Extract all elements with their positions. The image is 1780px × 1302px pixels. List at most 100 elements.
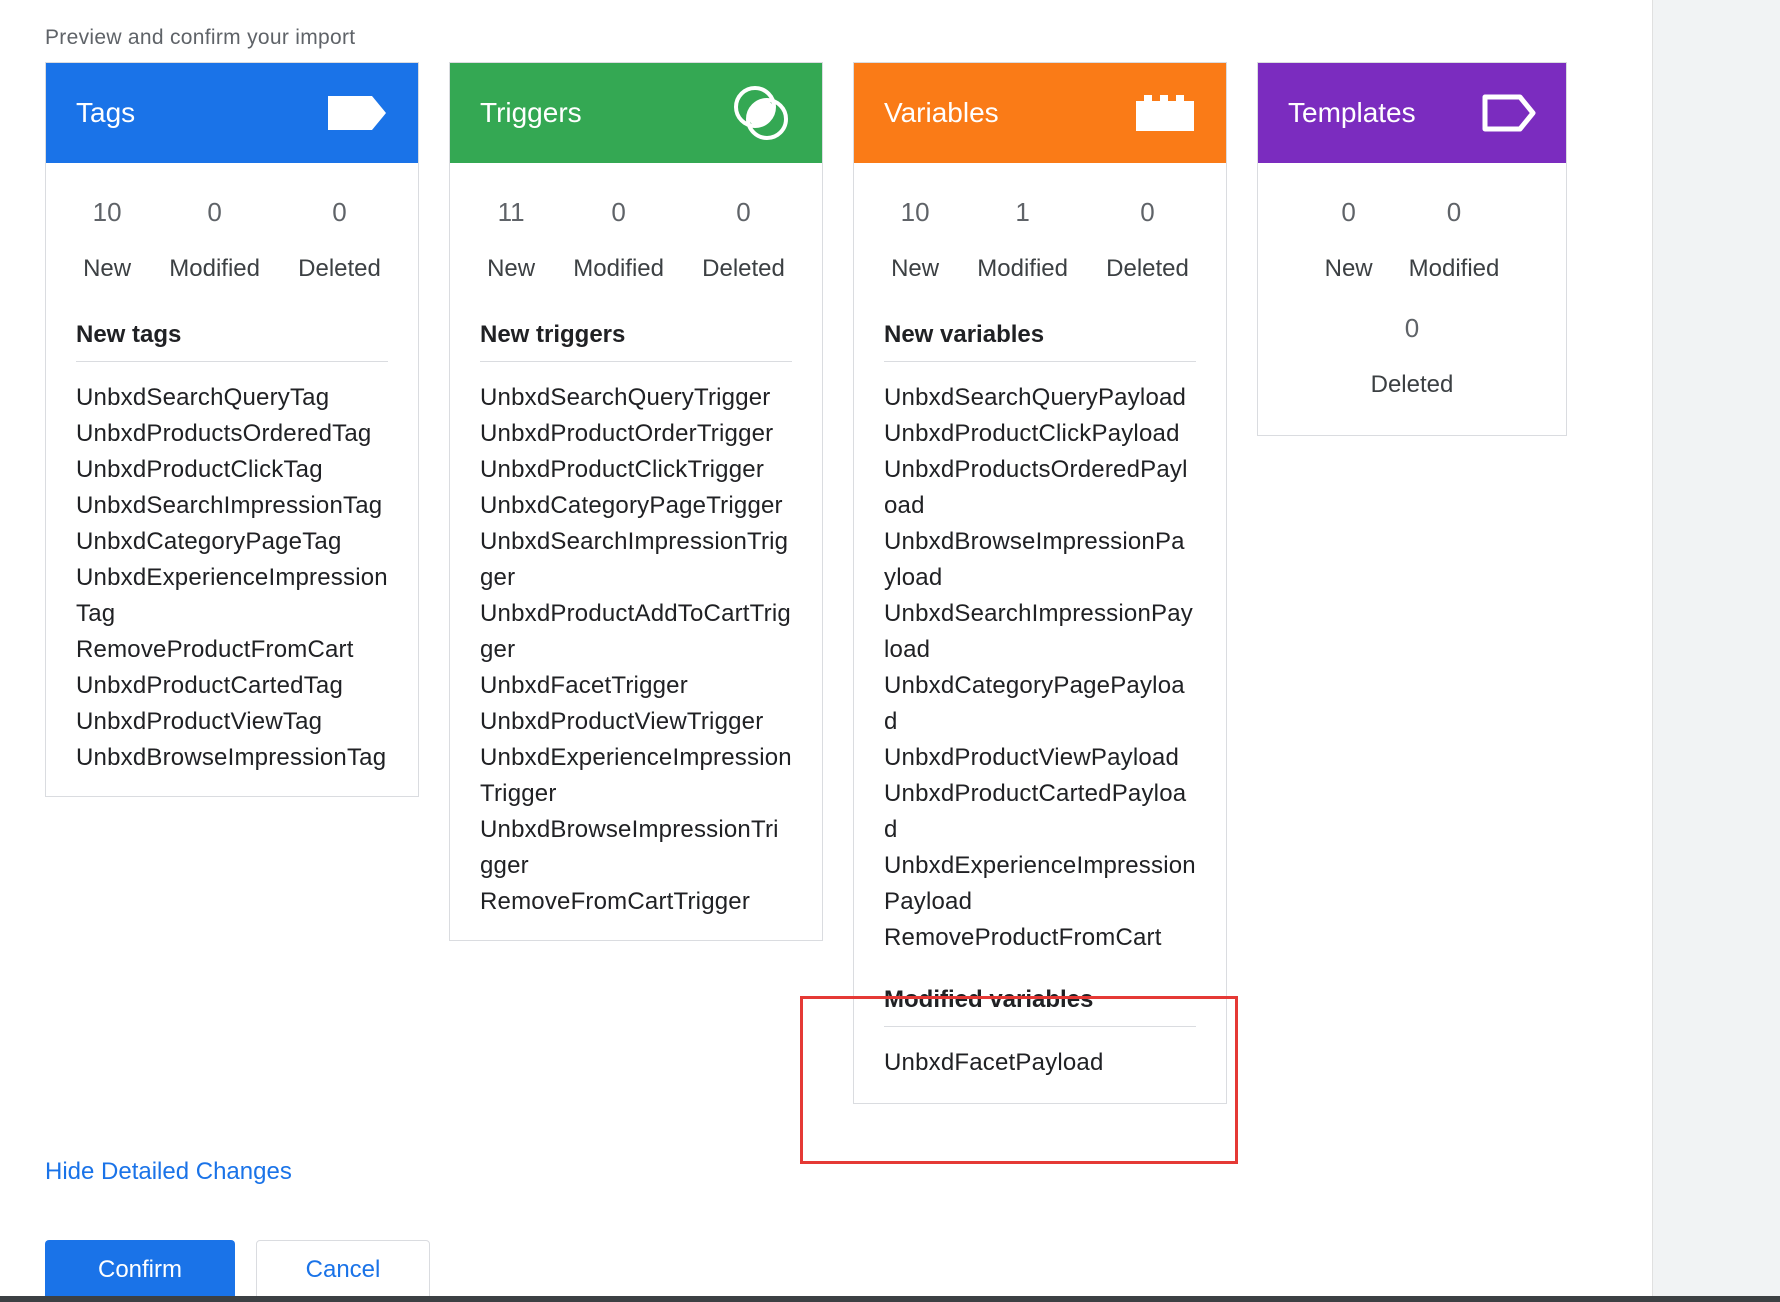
section-title: Modified variables (884, 986, 1196, 1027)
variables-card: Variables 10 New 1 Modified 0 Deleted Ne… (853, 62, 1227, 1104)
triggers-count-new: 11 New (487, 197, 535, 283)
count-label: Modified (977, 255, 1068, 282)
import-preview-panel: Preview and confirm your import Tags 10 … (0, 0, 1652, 1302)
templates-count-new: 0 New (1325, 197, 1373, 283)
modified-variables-list: UnbxdFacetPayload (884, 1045, 1196, 1103)
tags-count-deleted: 0 Deleted (298, 197, 381, 283)
variable-block-icon (1134, 93, 1196, 133)
count-label: Deleted (1106, 255, 1189, 282)
trigger-icon (730, 82, 792, 144)
tags-card-header: Tags (46, 63, 418, 163)
count-value: 0 (611, 197, 626, 227)
list-item: UnbxdProductClickPayload (884, 420, 1180, 447)
list-item: UnbxdProductsOrderedTag (76, 420, 372, 447)
list-item: UnbxdSearchImpressionPayload (884, 600, 1193, 663)
list-item: UnbxdExperienceImpressionTag (76, 564, 388, 627)
count-label: Modified (169, 255, 260, 282)
triggers-card-header: Triggers (450, 63, 822, 163)
list-item: UnbxdSearchQueryPayload (884, 384, 1187, 411)
templates-count-deleted: 0 Deleted (1258, 313, 1566, 399)
new-variables-section: New variables UnbxdSearchQueryPayload Un… (854, 321, 1226, 956)
variables-count-new: 10 New (891, 197, 939, 283)
count-label: Deleted (1370, 371, 1454, 398)
confirm-button[interactable]: Confirm (45, 1240, 235, 1300)
count-label: New (487, 255, 536, 282)
count-value: 0 (1404, 313, 1420, 343)
tags-count-modified: 0 Modified (169, 197, 260, 283)
new-tags-section: New tags UnbxdSearchQueryTag UnbxdProduc… (46, 321, 418, 796)
count-value: 0 (1446, 197, 1462, 227)
count-value: 10 (92, 197, 122, 227)
page-subtitle: Preview and confirm your import (45, 26, 356, 49)
section-title: New tags (76, 321, 388, 362)
list-item: UnbxdFacetTrigger (480, 672, 688, 699)
list-item: UnbxdProductsOrderedPayload (884, 456, 1188, 519)
right-gutter (1652, 0, 1780, 1302)
count-value: 0 (736, 197, 751, 227)
list-item: UnbxdProductViewTrigger (480, 708, 764, 735)
triggers-card: Triggers 11 New 0 Modified 0 Deleted New… (449, 62, 823, 941)
count-value: 11 (497, 197, 525, 227)
variables-card-title: Variables (884, 97, 999, 128)
templates-count-modified: 0 Modified (1409, 197, 1500, 283)
list-item: UnbxdProductCartedTag (76, 672, 344, 699)
templates-card-title: Templates (1288, 97, 1416, 128)
list-item: UnbxdSearchQueryTag (76, 384, 330, 411)
list-item: RemoveProductFromCart (76, 636, 354, 663)
triggers-counts: 11 New 0 Modified 0 Deleted (450, 197, 822, 283)
variables-count-modified: 1 Modified (977, 197, 1068, 283)
list-item: RemoveFromCartTrigger (480, 888, 751, 915)
count-value: 0 (332, 197, 347, 227)
list-item: UnbxdSearchImpressionTrigger (480, 528, 789, 591)
count-label: New (891, 255, 940, 282)
count-label: New (83, 255, 132, 282)
list-item: UnbxdProductAddToCartTrigger (480, 600, 791, 663)
triggers-count-deleted: 0 Deleted (702, 197, 785, 283)
list-item: UnbxdExperienceImpressionTrigger (480, 744, 792, 807)
list-item: UnbxdProductCartedPayload (884, 780, 1187, 843)
new-triggers-list: UnbxdSearchQueryTrigger UnbxdProductOrde… (480, 380, 792, 940)
list-item: UnbxdBrowseImpressionPayload (884, 528, 1185, 591)
list-item: UnbxdCategoryPageTag (76, 528, 342, 555)
list-item: UnbxdExperienceImpressionPayload (884, 852, 1196, 915)
list-item: UnbxdProductViewPayload (884, 744, 1180, 771)
list-item: UnbxdSearchQueryTrigger (480, 384, 771, 411)
count-value: 0 (1341, 197, 1356, 227)
modified-variables-section: Modified variables UnbxdFacetPayload (854, 986, 1226, 1103)
variables-card-header: Variables (854, 63, 1226, 163)
list-item: UnbxdCategoryPageTrigger (480, 492, 783, 519)
count-label: Modified (1408, 255, 1500, 282)
new-triggers-section: New triggers UnbxdSearchQueryTrigger Unb… (450, 321, 822, 940)
templates-card: Templates 0 New 0 Modified 0 Deleted (1257, 62, 1567, 436)
bottom-bar (0, 1296, 1780, 1302)
list-item: UnbxdBrowseImpressionTrigger (480, 816, 779, 879)
templates-counts: 0 New 0 Modified (1258, 197, 1566, 283)
new-tags-list: UnbxdSearchQueryTag UnbxdProductsOrdered… (76, 380, 388, 796)
count-value: 1 (1015, 197, 1030, 227)
template-tag-outline-icon (1482, 93, 1536, 133)
tag-icon (326, 94, 388, 132)
list-item: UnbxdBrowseImpressionTag (76, 744, 387, 771)
triggers-count-modified: 0 Modified (573, 197, 664, 283)
list-item: RemoveProductFromCart (884, 924, 1162, 951)
list-item: UnbxdProductClickTag (76, 456, 323, 483)
list-item: UnbxdCategoryPagePayload (884, 672, 1185, 735)
hide-detailed-changes-link[interactable]: Hide Detailed Changes (45, 1158, 292, 1186)
count-label: Deleted (702, 255, 785, 282)
count-value: 10 (900, 197, 930, 227)
count-value: 0 (1140, 197, 1155, 227)
count-label: Deleted (298, 255, 381, 282)
new-variables-list: UnbxdSearchQueryPayload UnbxdProductClic… (884, 380, 1196, 956)
section-title: New variables (884, 321, 1196, 362)
count-label: Modified (573, 255, 664, 282)
list-item: UnbxdSearchImpressionTag (76, 492, 383, 519)
cancel-button[interactable]: Cancel (256, 1240, 430, 1300)
variables-count-deleted: 0 Deleted (1106, 197, 1189, 283)
variables-counts: 10 New 1 Modified 0 Deleted (854, 197, 1226, 283)
count-label: New (1324, 255, 1373, 282)
list-item: UnbxdProductOrderTrigger (480, 420, 774, 447)
triggers-card-title: Triggers (480, 97, 582, 128)
tags-counts: 10 New 0 Modified 0 Deleted (46, 197, 418, 283)
list-item: UnbxdFacetPayload (884, 1049, 1104, 1076)
list-item: UnbxdProductViewTag (76, 708, 323, 735)
